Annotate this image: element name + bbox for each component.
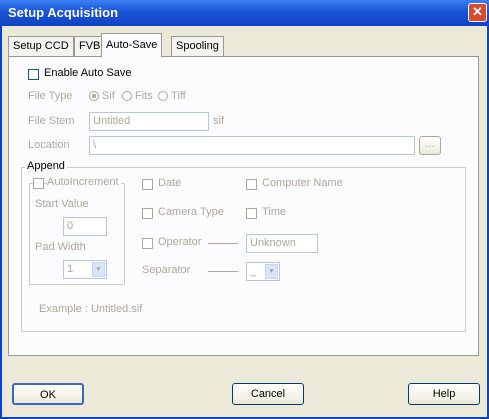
example-filename: Example : Untitled.sif	[39, 303, 143, 315]
browse-location-button[interactable]: ...	[419, 136, 441, 155]
file-type-sif-label: Sif	[102, 90, 115, 102]
location-label: Location	[28, 139, 70, 151]
tab-auto-save[interactable]: Auto-Save	[101, 33, 163, 57]
pad-width-dropdown[interactable]: 1 ▼	[63, 260, 107, 279]
separator-value: _	[250, 265, 257, 277]
operator-input[interactable]: Unknown	[246, 234, 318, 253]
start-value-input[interactable]: 0	[63, 217, 107, 236]
pad-width-label: Pad Width	[35, 241, 86, 253]
append-group-label: Append	[25, 160, 67, 172]
enable-auto-save-label: Enable Auto Save	[44, 67, 132, 79]
start-value-label: Start Value	[35, 198, 89, 210]
tab-setup-ccd[interactable]: Setup CCD	[8, 36, 74, 56]
computer-name-checkbox[interactable]	[246, 179, 257, 190]
time-checkbox[interactable]	[246, 208, 257, 219]
chevron-down-icon: ▼	[265, 264, 278, 279]
operator-divider	[208, 243, 238, 244]
enable-auto-save-checkbox[interactable]	[28, 69, 39, 80]
file-type-fits-radio[interactable]	[122, 91, 132, 101]
file-stem-extension: sif	[213, 115, 224, 127]
separator-label: Separator	[142, 264, 191, 276]
cancel-button[interactable]: Cancel	[232, 383, 304, 405]
file-type-label: File Type	[28, 90, 73, 102]
help-button[interactable]: Help	[408, 383, 480, 405]
computer-name-label: Computer Name	[262, 177, 343, 189]
close-icon: ✕	[472, 4, 483, 19]
camera-type-checkbox[interactable]	[142, 208, 153, 219]
date-checkbox[interactable]	[142, 179, 153, 190]
ok-button[interactable]: OK	[12, 383, 84, 405]
camera-type-label: Camera Type	[158, 206, 224, 218]
file-type-tiff-label: Tiff	[171, 90, 186, 102]
chevron-down-icon: ▼	[92, 262, 105, 277]
autoincrement-label: AutoIncrement	[47, 176, 121, 188]
file-type-fits-label: Fits	[135, 90, 153, 102]
pad-width-value: 1	[67, 263, 74, 275]
separator-dropdown[interactable]: _ ▼	[246, 262, 280, 281]
file-stem-input[interactable]: Untitled	[89, 112, 209, 131]
time-label: Time	[262, 206, 287, 218]
file-type-sif-radio[interactable]	[89, 91, 99, 101]
file-stem-label: File Stem	[28, 115, 75, 127]
separator-divider	[208, 271, 238, 272]
close-button[interactable]: ✕	[468, 3, 487, 22]
auto-save-panel: Enable Auto Save File Type Sif Fits Tiff…	[8, 56, 479, 356]
location-input[interactable]: \	[89, 136, 415, 155]
date-label: Date	[158, 177, 182, 189]
tab-spooling[interactable]: Spooling	[171, 36, 224, 56]
autoincrement-checkbox[interactable]	[33, 178, 44, 189]
file-type-tiff-radio[interactable]	[158, 91, 168, 101]
title-bar: Setup Acquisition ✕	[0, 0, 489, 26]
operator-checkbox[interactable]	[142, 238, 153, 249]
window-title: Setup Acquisition	[8, 5, 119, 20]
operator-label: Operator	[158, 236, 202, 248]
